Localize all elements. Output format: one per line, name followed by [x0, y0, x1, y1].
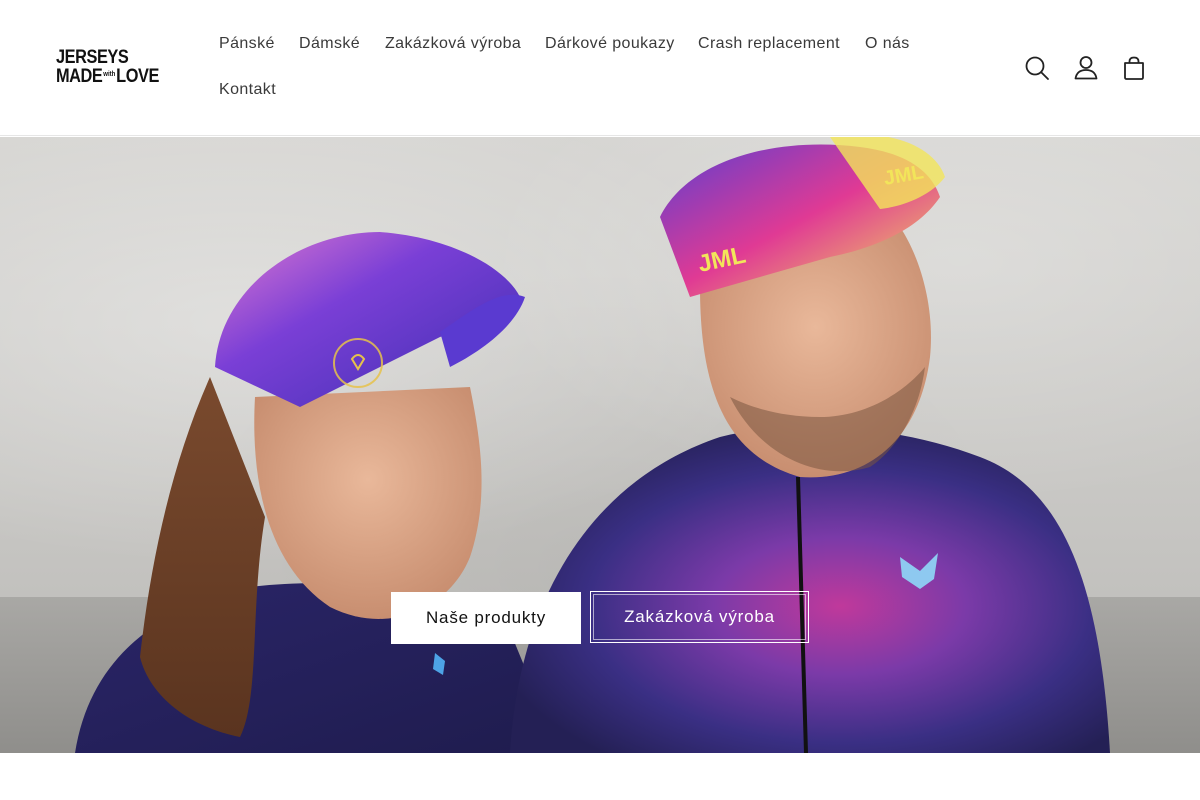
our-products-button[interactable]: Naše produkty [391, 592, 581, 644]
hero-banner: JML JML [0, 137, 1200, 753]
cart-icon[interactable] [1119, 53, 1149, 83]
search-icon[interactable] [1022, 53, 1052, 83]
nav-item-o-nas[interactable]: O nás [865, 35, 910, 53]
custom-production-button[interactable]: Zakázková výroba [590, 591, 809, 643]
account-icon[interactable] [1071, 53, 1101, 83]
nav-item-damske[interactable]: Dámské [299, 35, 360, 53]
site-header: JERSEYS MADEwithLOVE Pánské Dámské Zakáz… [0, 0, 1200, 136]
nav-item-panske[interactable]: Pánské [219, 35, 275, 53]
logo-line-2: MADEwithLOVE [56, 66, 159, 87]
hero-photo-illustration: JML JML [75, 137, 1110, 753]
logo-line-1: JERSEYS [56, 47, 129, 68]
nav-item-zakazkova-vyroba[interactable]: Zakázková výroba [385, 35, 521, 53]
brand-logo[interactable]: JERSEYS MADEwithLOVE [56, 47, 163, 89]
page-content-below-hero [0, 753, 1200, 800]
nav-item-kontakt[interactable]: Kontakt [219, 81, 276, 99]
nav-item-crash-replacement[interactable]: Crash replacement [698, 35, 840, 53]
nav-item-darkove-poukazy[interactable]: Dárkové poukazy [545, 35, 675, 53]
